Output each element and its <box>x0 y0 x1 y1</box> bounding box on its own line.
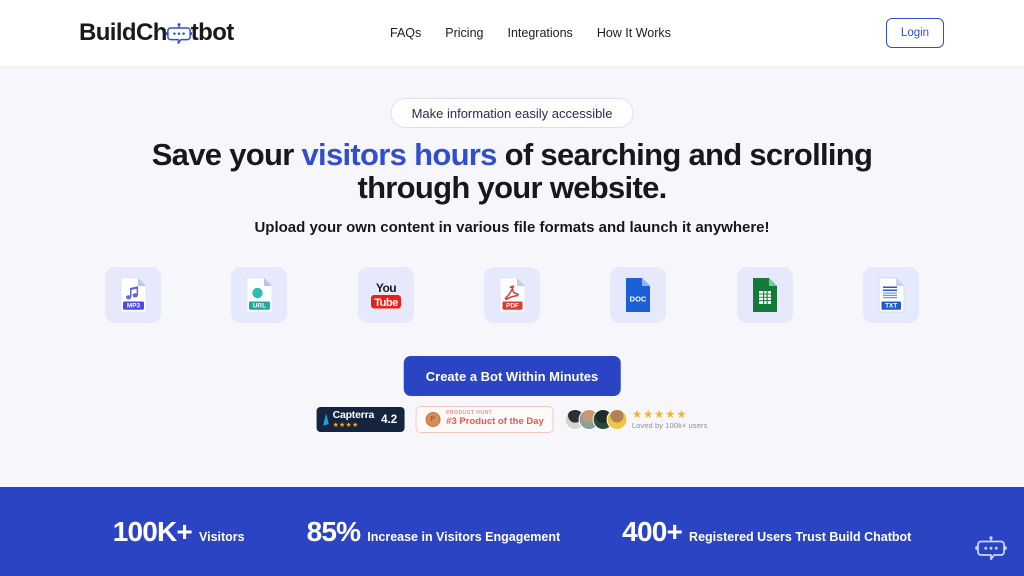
logo-text-after: tbot <box>190 19 235 46</box>
main-navigation: FAQs Pricing Integrations How It Works <box>390 26 671 40</box>
capterra-logo-icon <box>320 413 329 426</box>
stat-number: 400+ <box>622 515 683 547</box>
nav-item-how-it-works[interactable]: How It Works <box>597 26 671 40</box>
stats-bar: 100K+ Visitors 85% Increase in Visitors … <box>0 487 1024 576</box>
format-tile-txt[interactable]: TXT <box>862 267 919 323</box>
stat-number: 100K+ <box>112 515 193 547</box>
svg-text:DOC: DOC <box>630 295 647 304</box>
capterra-text: Capterra ★★★★ <box>333 410 375 429</box>
nav-item-integrations[interactable]: Integrations <box>507 26 572 40</box>
capterra-badge[interactable]: Capterra ★★★★ 4.2 <box>316 407 405 432</box>
stat-label: Registered Users Trust Build Chatbot <box>689 529 912 544</box>
format-tile-youtube[interactable]: You Tube <box>357 267 414 323</box>
hero-eyebrow-badge: Make information easily accessible <box>390 98 634 128</box>
hero-section: Make information easily accessible Save … <box>0 67 1024 487</box>
stat-item-visitors: 100K+ Visitors <box>113 516 245 548</box>
loved-text: ★★★★★ Loved by 100k+ users <box>632 409 708 431</box>
rating-stars-icon: ★★★★★ <box>631 408 688 421</box>
svg-text:Tube: Tube <box>374 297 398 309</box>
format-tile-doc[interactable]: DOC <box>610 267 667 323</box>
avatar <box>606 409 628 430</box>
logo[interactable]: BuildCh tbot <box>79 19 234 47</box>
product-hunt-text: PRODUCT HUNT #3 Product of the Day <box>446 411 544 427</box>
youtube-icon: You Tube <box>368 278 404 312</box>
headline-part-1: Save your <box>151 137 302 172</box>
create-bot-button[interactable]: Create a Bot Within Minutes <box>403 356 621 396</box>
hero-subheadline: Upload your own content in various file … <box>254 219 770 236</box>
svg-text:URL: URL <box>253 303 266 310</box>
svg-text:TXT: TXT <box>885 303 897 310</box>
chatbot-launcher-icon <box>975 535 1007 567</box>
format-tile-pdf[interactable]: PDF <box>483 267 540 323</box>
loved-by-users: ★★★★★ Loved by 100k+ users <box>564 409 708 431</box>
pdf-file-icon: PDF <box>496 277 528 313</box>
logo-text-before: BuildCh <box>79 19 167 46</box>
product-hunt-title: #3 Product of the Day <box>446 415 544 427</box>
format-tile-sheets[interactable] <box>736 267 793 323</box>
stat-number: 85% <box>306 515 361 547</box>
stat-item-engagement: 85% Increase in Visitors Engagement <box>307 516 561 548</box>
login-button[interactable]: Login <box>886 18 944 48</box>
headline-highlight: visitors hours <box>301 137 498 172</box>
product-hunt-badge[interactable]: P PRODUCT HUNT #3 Product of the Day <box>415 406 554 433</box>
mp3-file-icon: MP3 <box>117 277 149 313</box>
stat-label: Visitors <box>198 529 245 544</box>
page-title: Save your visitors hours of searching an… <box>132 138 892 204</box>
social-proof-row: Capterra ★★★★ 4.2 P PRODUCT HUNT #3 Prod… <box>316 406 708 433</box>
chatbot-robot-icon <box>165 23 192 45</box>
loved-caption: Loved by 100k+ users <box>631 420 708 430</box>
svg-text:PDF: PDF <box>506 303 519 310</box>
svg-text:MP3: MP3 <box>127 303 141 310</box>
nav-item-pricing[interactable]: Pricing <box>445 26 483 40</box>
txt-file-icon: TXT <box>875 277 907 313</box>
nav-item-faqs[interactable]: FAQs <box>390 26 421 40</box>
stat-label: Increase in Visitors Engagement <box>367 529 561 544</box>
product-hunt-medal-icon: P <box>425 412 441 427</box>
capterra-score: 4.2 <box>381 413 398 426</box>
capterra-stars-icon: ★★★★ <box>332 422 359 429</box>
format-tile-mp3[interactable]: MP3 <box>105 267 161 323</box>
page-root: BuildCh tbot FAQs Pricing Integrations H… <box>0 0 1024 576</box>
capterra-name: Capterra <box>332 409 375 421</box>
sheets-file-icon <box>750 277 780 313</box>
site-header: BuildCh tbot FAQs Pricing Integrations H… <box>0 0 1024 67</box>
svg-text:You: You <box>376 281 396 295</box>
url-file-icon: URL <box>243 277 275 313</box>
avatar-group <box>564 409 628 430</box>
stat-item-registered-users: 400+ Registered Users Trust Build Chatbo… <box>622 516 911 548</box>
file-format-list: MP3 URL You Tube PDF DOC TXT <box>105 267 919 323</box>
chat-launcher-button[interactable] <box>974 535 1008 567</box>
doc-file-icon: DOC <box>623 277 653 313</box>
format-tile-url[interactable]: URL <box>231 267 288 323</box>
